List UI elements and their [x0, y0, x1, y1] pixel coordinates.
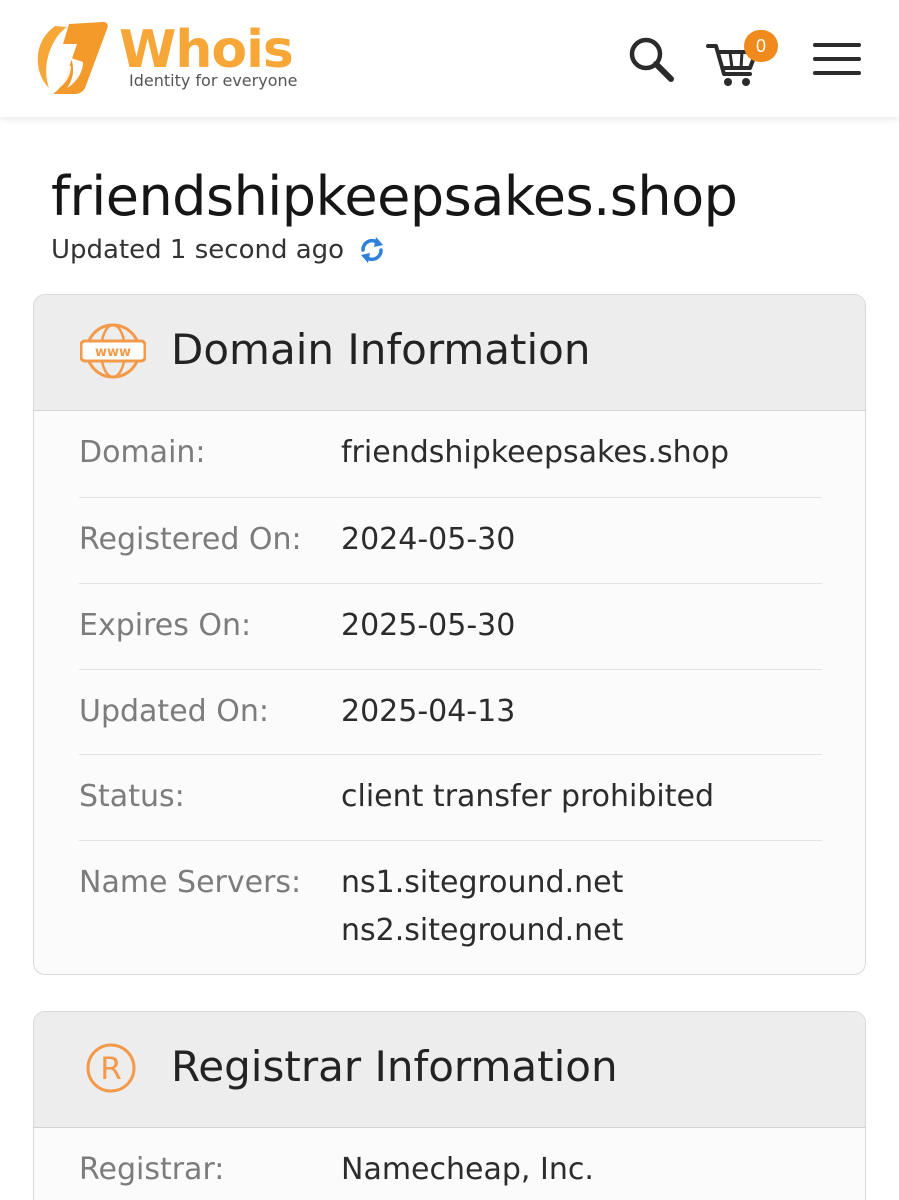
info-row-registrar: Registrar: Namecheap, Inc.: [79, 1128, 822, 1200]
whois-logo-icon: [37, 22, 108, 94]
svg-text:www: www: [95, 345, 131, 360]
registrar-information-title: Registrar Information: [171, 1042, 618, 1091]
row-label: Domain:: [79, 435, 206, 470]
domain-information-card: www Domain Information Domain: friendshi…: [33, 294, 866, 975]
hamburger-menu-icon: [813, 43, 861, 47]
registrar-information-header: R Registrar Information: [34, 1012, 865, 1128]
row-value: 2024-05-30: [341, 522, 516, 557]
svg-text:R: R: [100, 1051, 122, 1087]
cart-count-badge: 0: [744, 30, 778, 62]
search-icon: [629, 37, 674, 82]
whois-logo[interactable]: Whois Identity for everyone: [33, 18, 303, 98]
search-button[interactable]: [626, 34, 676, 84]
registrar-information-card: R Registrar Information Registrar: Namec…: [33, 1011, 866, 1200]
info-row-registered-on: Registered On: 2024-05-30: [79, 498, 822, 584]
row-value: 2025-05-30: [341, 608, 516, 643]
row-value: friendshipkeepsakes.shop: [341, 435, 730, 470]
registered-trademark-icon: R: [86, 1043, 136, 1093]
domain-information-title: Domain Information: [171, 325, 591, 374]
row-label: Name Servers:: [79, 865, 302, 900]
info-row-expires-on: Expires On: 2025-05-30: [79, 584, 822, 670]
row-value: Namecheap, Inc.: [341, 1152, 594, 1187]
hamburger-menu-button[interactable]: [810, 40, 862, 78]
www-globe-icon: www: [80, 323, 146, 379]
name-servers-value: ns1.siteground.net ns2.siteground.net: [341, 859, 623, 955]
info-row-domain: Domain: friendshipkeepsakes.shop: [79, 411, 822, 498]
refresh-icon[interactable]: [355, 233, 389, 267]
logo-tagline: Identity for everyone: [129, 71, 298, 90]
domain-information-header: www Domain Information: [34, 295, 865, 411]
updated-status: Updated 1 second ago: [51, 232, 389, 268]
site-header: Whois Identity for everyone 0: [0, 0, 899, 117]
logo-wordmark: Whois: [119, 20, 294, 80]
row-value: 2025-04-13: [341, 694, 516, 729]
row-value: client transfer prohibited: [341, 779, 715, 814]
name-server: ns2.siteground.net: [341, 913, 624, 948]
info-row-updated-on: Updated On: 2025-04-13: [79, 670, 822, 755]
row-label: Registered On:: [79, 522, 302, 557]
row-label: Status:: [79, 779, 185, 814]
page-title: friendshipkeepsakes.shop: [51, 165, 738, 228]
row-label: Updated On:: [79, 694, 269, 729]
info-row-name-servers: Name Servers: ns1.siteground.net ns2.sit…: [79, 841, 822, 973]
row-label: Expires On:: [79, 608, 252, 643]
cart-button[interactable]: 0: [706, 30, 778, 86]
name-server: ns1.siteground.net: [341, 865, 624, 900]
info-row-status: Status: client transfer prohibited: [79, 755, 822, 841]
row-label: Registrar:: [79, 1152, 225, 1187]
updated-text: Updated 1 second ago: [51, 235, 345, 265]
